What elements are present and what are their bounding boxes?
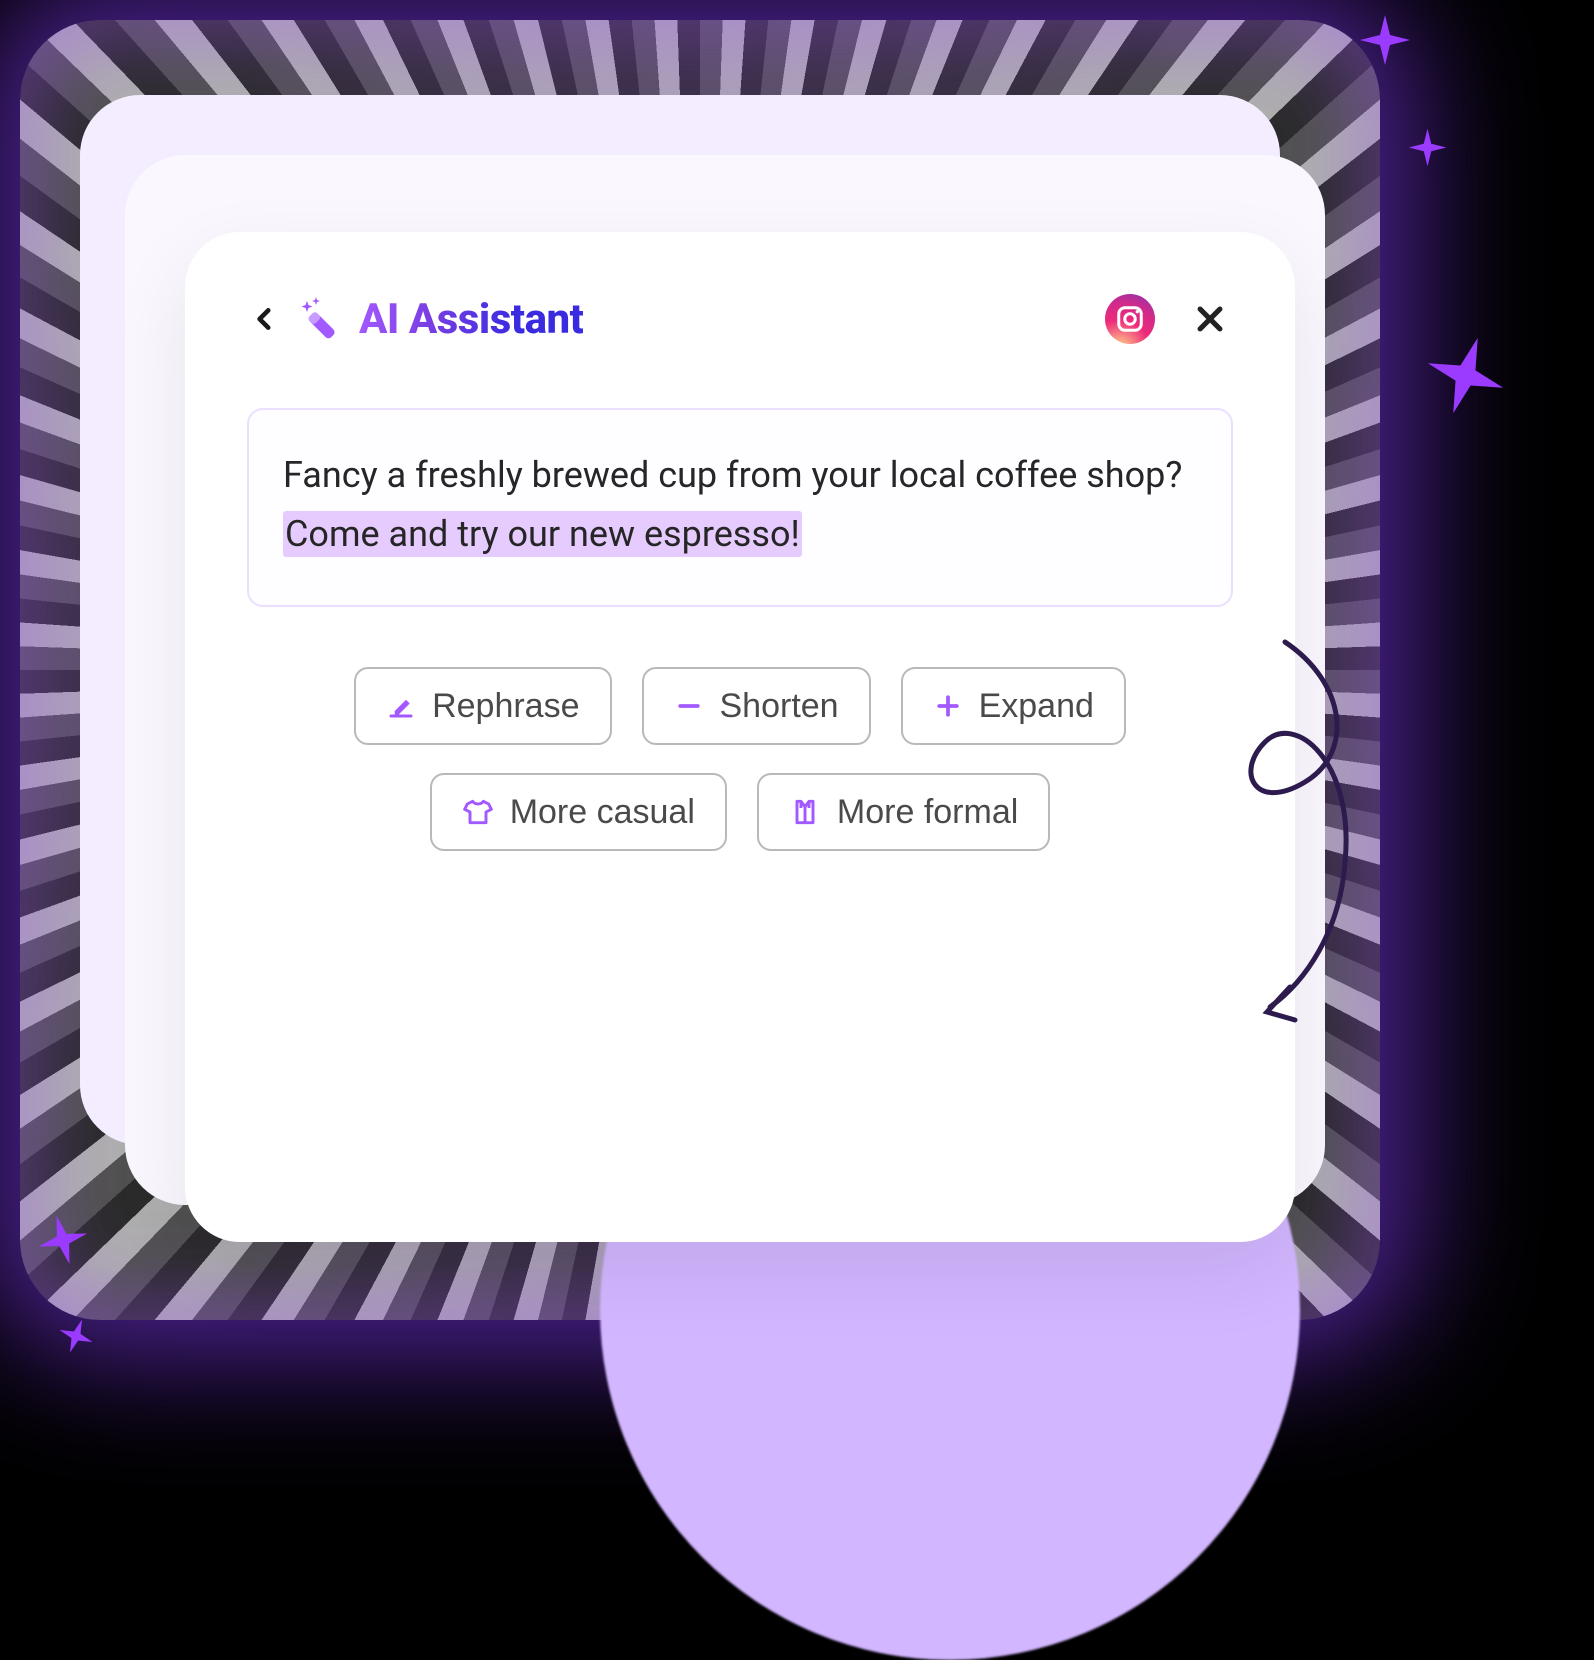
content-plain-text: Fancy a freshly brewed cup from your loc… — [283, 454, 1182, 496]
card-header: AI Assistant — [247, 294, 1233, 344]
minus-icon — [674, 691, 704, 721]
tshirt-icon — [462, 796, 494, 828]
rephrase-label: Rephrase — [432, 689, 579, 723]
close-button[interactable] — [1187, 296, 1233, 342]
more-casual-button[interactable]: More casual — [430, 773, 727, 851]
casual-label: More casual — [510, 795, 695, 829]
rephrase-icon — [386, 691, 416, 721]
formal-label: More formal — [837, 795, 1018, 829]
sparkle-icon — [1355, 10, 1415, 70]
ai-assistant-card: AI Assistant Fancy a freshly brewed cup … — [185, 232, 1295, 1242]
action-row: Rephrase Shorten Expand More casual — [247, 667, 1233, 851]
shorten-label: Shorten — [720, 689, 839, 723]
content-highlighted-text: Come and try our new espresso! — [283, 511, 802, 557]
formal-shirt-icon — [789, 796, 821, 828]
expand-label: Expand — [979, 689, 1094, 723]
content-text-box[interactable]: Fancy a freshly brewed cup from your loc… — [247, 408, 1233, 607]
shorten-button[interactable]: Shorten — [642, 667, 871, 745]
magic-wand-icon — [297, 295, 345, 343]
more-formal-button[interactable]: More formal — [757, 773, 1050, 851]
back-button[interactable] — [247, 301, 283, 337]
plus-icon — [933, 691, 963, 721]
sparkle-icon — [1405, 125, 1450, 170]
card-title: AI Assistant — [359, 295, 583, 344]
sparkle-icon — [1406, 316, 1526, 436]
expand-button[interactable]: Expand — [901, 667, 1126, 745]
rephrase-button[interactable]: Rephrase — [354, 667, 611, 745]
instagram-badge[interactable] — [1105, 294, 1155, 344]
